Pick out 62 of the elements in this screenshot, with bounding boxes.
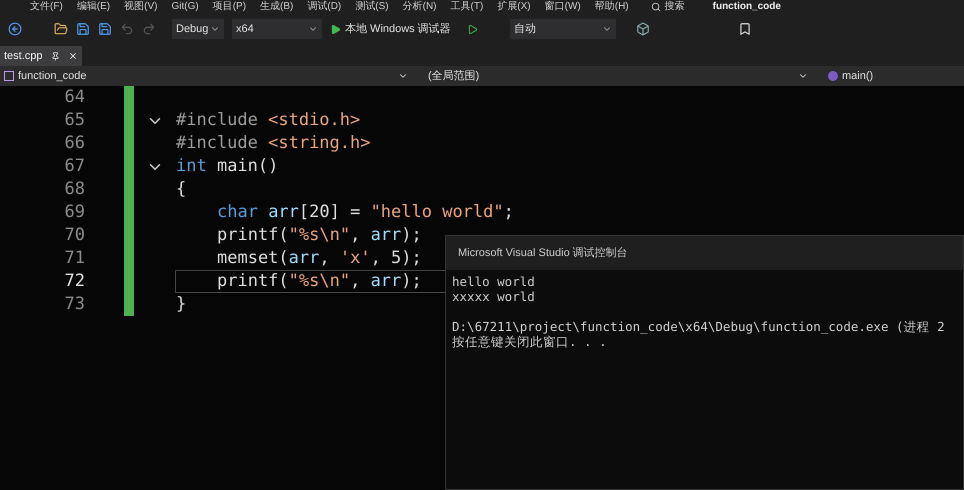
line-number: 64 xyxy=(64,86,85,109)
code-line: #include <stdio.h> xyxy=(176,110,360,131)
play-icon xyxy=(330,24,341,34)
change-bar xyxy=(124,86,134,109)
menu-item[interactable]: 测试(S) xyxy=(355,0,389,14)
line-number: 72 xyxy=(64,270,85,293)
project-icon xyxy=(4,71,14,81)
console-text: xxxxx world xyxy=(452,289,535,304)
menu-item[interactable]: 调试(D) xyxy=(307,0,342,14)
play-outline-icon[interactable] xyxy=(466,24,478,34)
line-number: 69 xyxy=(64,200,85,224)
menu-item[interactable]: 工具(T) xyxy=(450,0,484,14)
scope-dropdown[interactable]: (全局范围) xyxy=(412,68,824,84)
line-number: 68 xyxy=(64,178,85,201)
platform-dropdown[interactable]: x64 xyxy=(232,19,322,39)
menu-item[interactable]: 编辑(E) xyxy=(76,0,110,14)
menu-item[interactable]: 项目(P) xyxy=(212,0,246,14)
project-dropdown[interactable]: function_code xyxy=(0,68,412,84)
bookmark-icon[interactable] xyxy=(738,22,752,36)
line-number: 65 xyxy=(64,108,85,132)
code-line: printf("%s\n", arr); xyxy=(216,225,422,246)
code-line: printf("%s\n", arr); xyxy=(176,271,446,292)
back-icon[interactable] xyxy=(8,22,22,36)
cube-icon[interactable] xyxy=(636,22,650,36)
code-line: int main() xyxy=(176,156,278,177)
change-bar xyxy=(124,293,134,316)
code-line: memset(arr, 'x', 5); xyxy=(216,248,422,269)
line-number: 70 xyxy=(64,224,85,247)
code-line: } xyxy=(176,294,186,315)
menu-item[interactable]: 文件(F) xyxy=(30,0,63,14)
save-icon[interactable] xyxy=(76,22,90,36)
save-all-icon[interactable] xyxy=(98,22,112,36)
menu-item[interactable]: 生成(B) xyxy=(260,0,294,14)
line-number: 66 xyxy=(64,132,85,155)
console-text: 按任意键关闭此窗口. . . xyxy=(452,334,607,349)
line-number: 73 xyxy=(64,292,85,316)
console-text: D:\67211\project\function_code\x64\Debug\function_code.exe (进程 2 xyxy=(452,319,945,334)
pin-icon[interactable] xyxy=(50,52,60,60)
member-dropdown[interactable]: main() xyxy=(824,68,878,84)
configuration-dropdown[interactable]: Debug xyxy=(172,19,224,39)
code-line: { xyxy=(176,179,186,200)
window-title: function_code xyxy=(712,0,781,14)
menu-item[interactable]: 视图(V) xyxy=(124,0,158,14)
method-icon xyxy=(828,71,838,81)
line-number: 71 xyxy=(64,246,85,270)
search-button[interactable]: 搜索 xyxy=(650,0,685,14)
console-title: Microsoft Visual Studio 调试控制台 xyxy=(458,246,628,261)
stack-frame-dropdown[interactable]: 自动 xyxy=(510,19,616,39)
folder-icon[interactable] xyxy=(54,22,68,36)
code-line: #include <string.h> xyxy=(176,133,370,154)
console-text: hello world xyxy=(452,274,535,289)
menu-item[interactable]: 窗口(W) xyxy=(544,0,581,14)
close-icon[interactable] xyxy=(68,51,78,61)
menu-item[interactable]: 分析(N) xyxy=(402,0,436,14)
menu-item[interactable]: 帮助(H) xyxy=(594,0,629,14)
menu-item[interactable]: 扩展(X) xyxy=(497,0,531,14)
file-tab[interactable]: test.cpp xyxy=(0,46,82,66)
line-number: 67 xyxy=(64,154,85,178)
search-icon xyxy=(650,2,661,12)
run-button[interactable]: 本地 Windows 调试器 xyxy=(330,20,451,38)
code-line: char arr[20] = "hello world"; xyxy=(216,202,514,223)
menu-item[interactable]: Git(G) xyxy=(171,0,199,14)
